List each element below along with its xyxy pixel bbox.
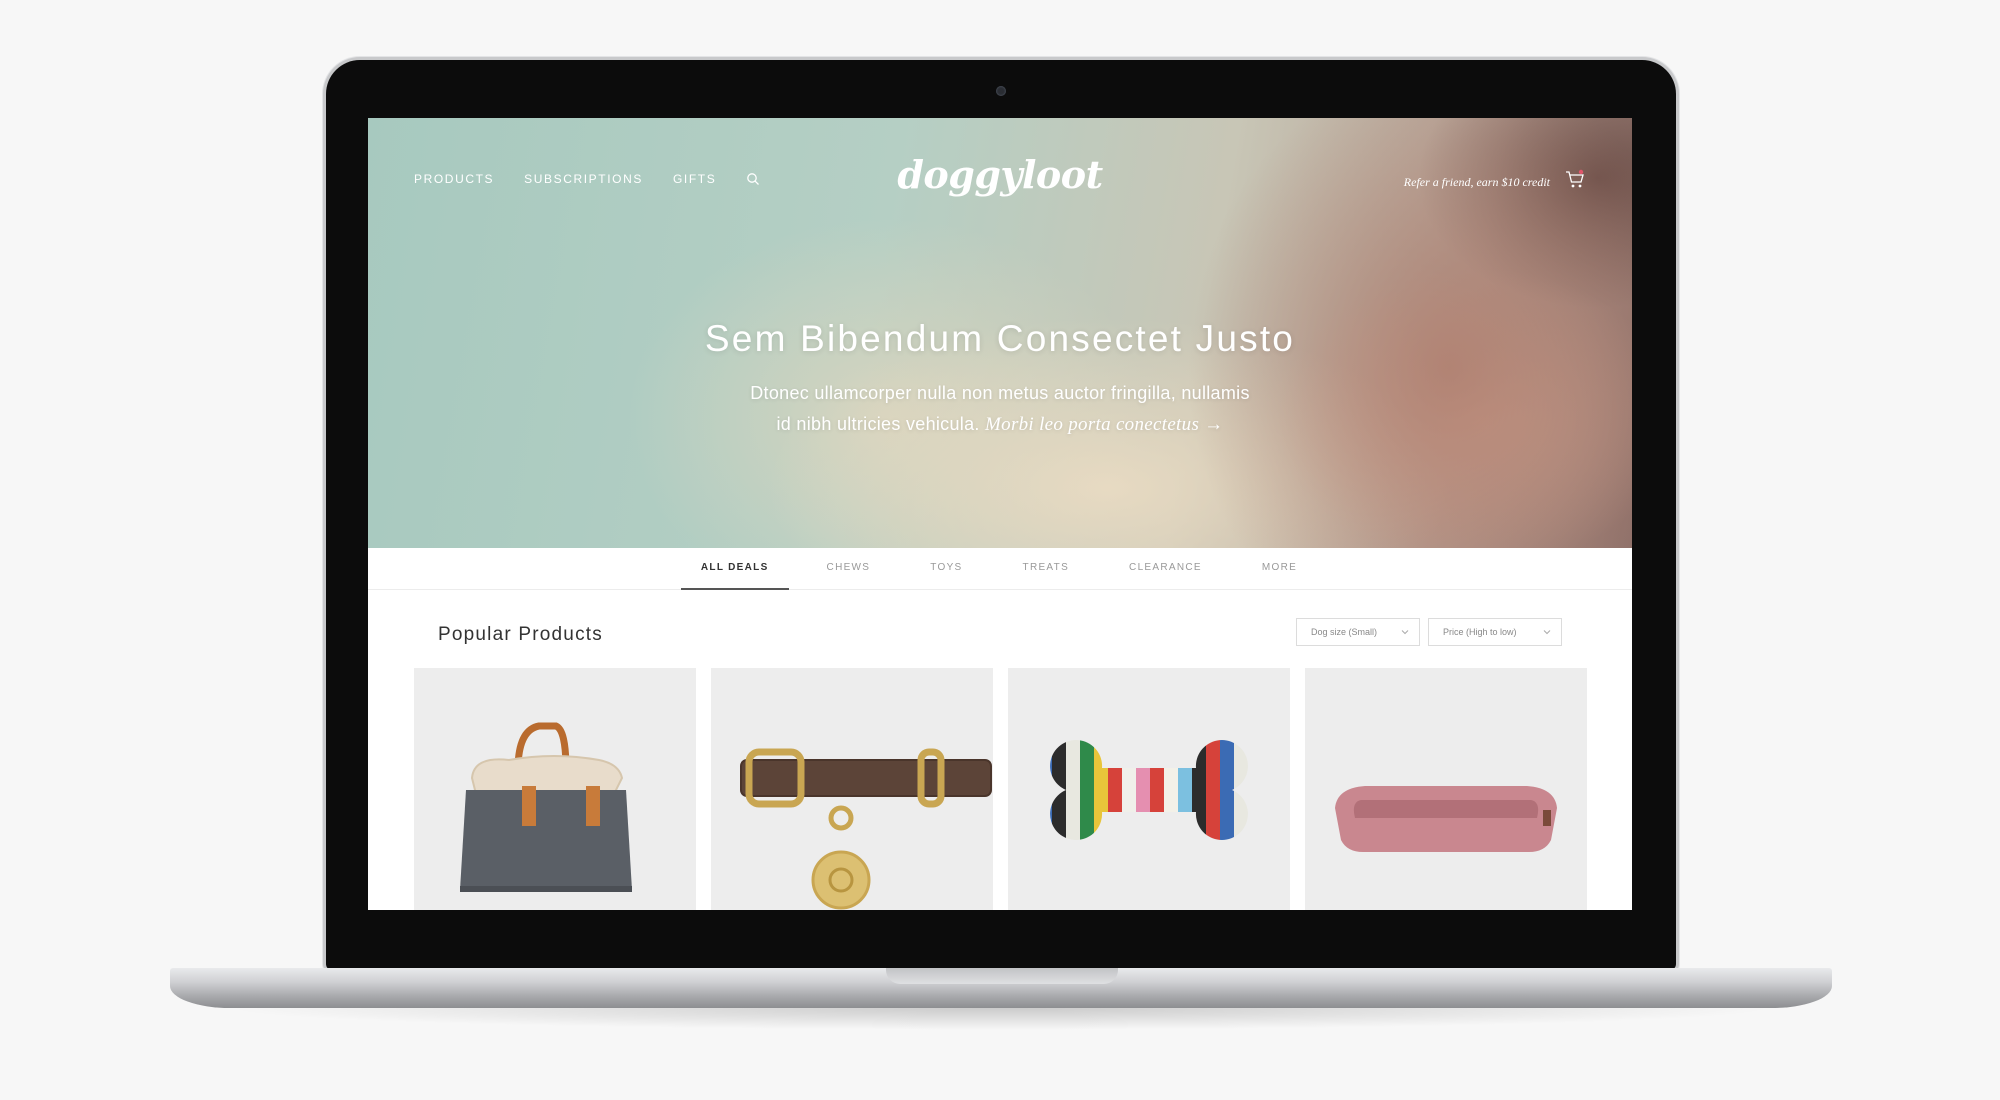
dog-size-value: Dog size (Small) — [1311, 627, 1378, 637]
leather-collar-icon — [740, 748, 992, 910]
tab-all-deals[interactable]: ALL DEALS — [680, 548, 789, 590]
hero-cta-link[interactable]: Morbi leo porta conectetus → — [985, 414, 1223, 435]
category-tabs: ALL DEALS CHEWS TOYS TREATS CLEARANCE MO… — [368, 548, 1632, 590]
tab-chews[interactable]: CHEWS — [805, 548, 893, 590]
price-sort-value: Price (High to low) — [1443, 627, 1517, 637]
cart-icon[interactable] — [1564, 168, 1586, 190]
website-screen: PRODUCTS SUBSCRIPTIONS GIFTS doggyloot R… — [368, 118, 1632, 910]
refer-friend-link[interactable]: Refer a friend, earn $10 credit — [1404, 175, 1550, 190]
hero-title: Sem Bibendum Consectet Justo — [704, 318, 1296, 359]
hero-banner: PRODUCTS SUBSCRIPTIONS GIFTS doggyloot R… — [368, 118, 1632, 548]
laptop-base — [170, 968, 1832, 1008]
tab-toys[interactable]: TOYS — [908, 548, 984, 590]
dog-size-select[interactable]: Dog size (Small) — [1296, 618, 1420, 646]
camera-icon — [996, 86, 1006, 96]
hero-subtitle-line2-wrap: id nibh ultricies vehicula. Morbi leo po… — [368, 409, 1632, 440]
product-grid — [414, 668, 1587, 910]
dog-carrier-bag-icon — [460, 722, 632, 892]
tab-treats[interactable]: TREATS — [1001, 548, 1092, 590]
chevron-down-icon — [1543, 630, 1551, 635]
chevron-down-icon — [1401, 630, 1409, 635]
product-card[interactable] — [414, 668, 696, 910]
pink-dog-bed-icon — [1335, 786, 1557, 852]
product-card[interactable] — [1008, 668, 1290, 910]
hero-subtitle-line1: Dtonec ullamcorper nulla non metus aucto… — [750, 383, 1250, 403]
striped-bone-toy-icon — [1050, 740, 1248, 840]
hero-subtitle: Dtonec ullamcorper nulla non metus aucto… — [368, 378, 1632, 440]
laptop-notch — [886, 968, 1118, 984]
price-sort-select[interactable]: Price (High to low) — [1428, 618, 1562, 646]
laptop-shadow — [220, 1008, 1780, 1030]
product-card[interactable] — [711, 668, 993, 910]
tab-clearance[interactable]: CLEARANCE — [1107, 548, 1224, 590]
hero-subtitle-line2: id nibh ultricies vehicula. — [776, 414, 980, 434]
tab-more[interactable]: MORE — [1240, 548, 1319, 590]
product-card[interactable] — [1305, 668, 1587, 910]
section-title: Popular Products — [438, 624, 603, 645]
